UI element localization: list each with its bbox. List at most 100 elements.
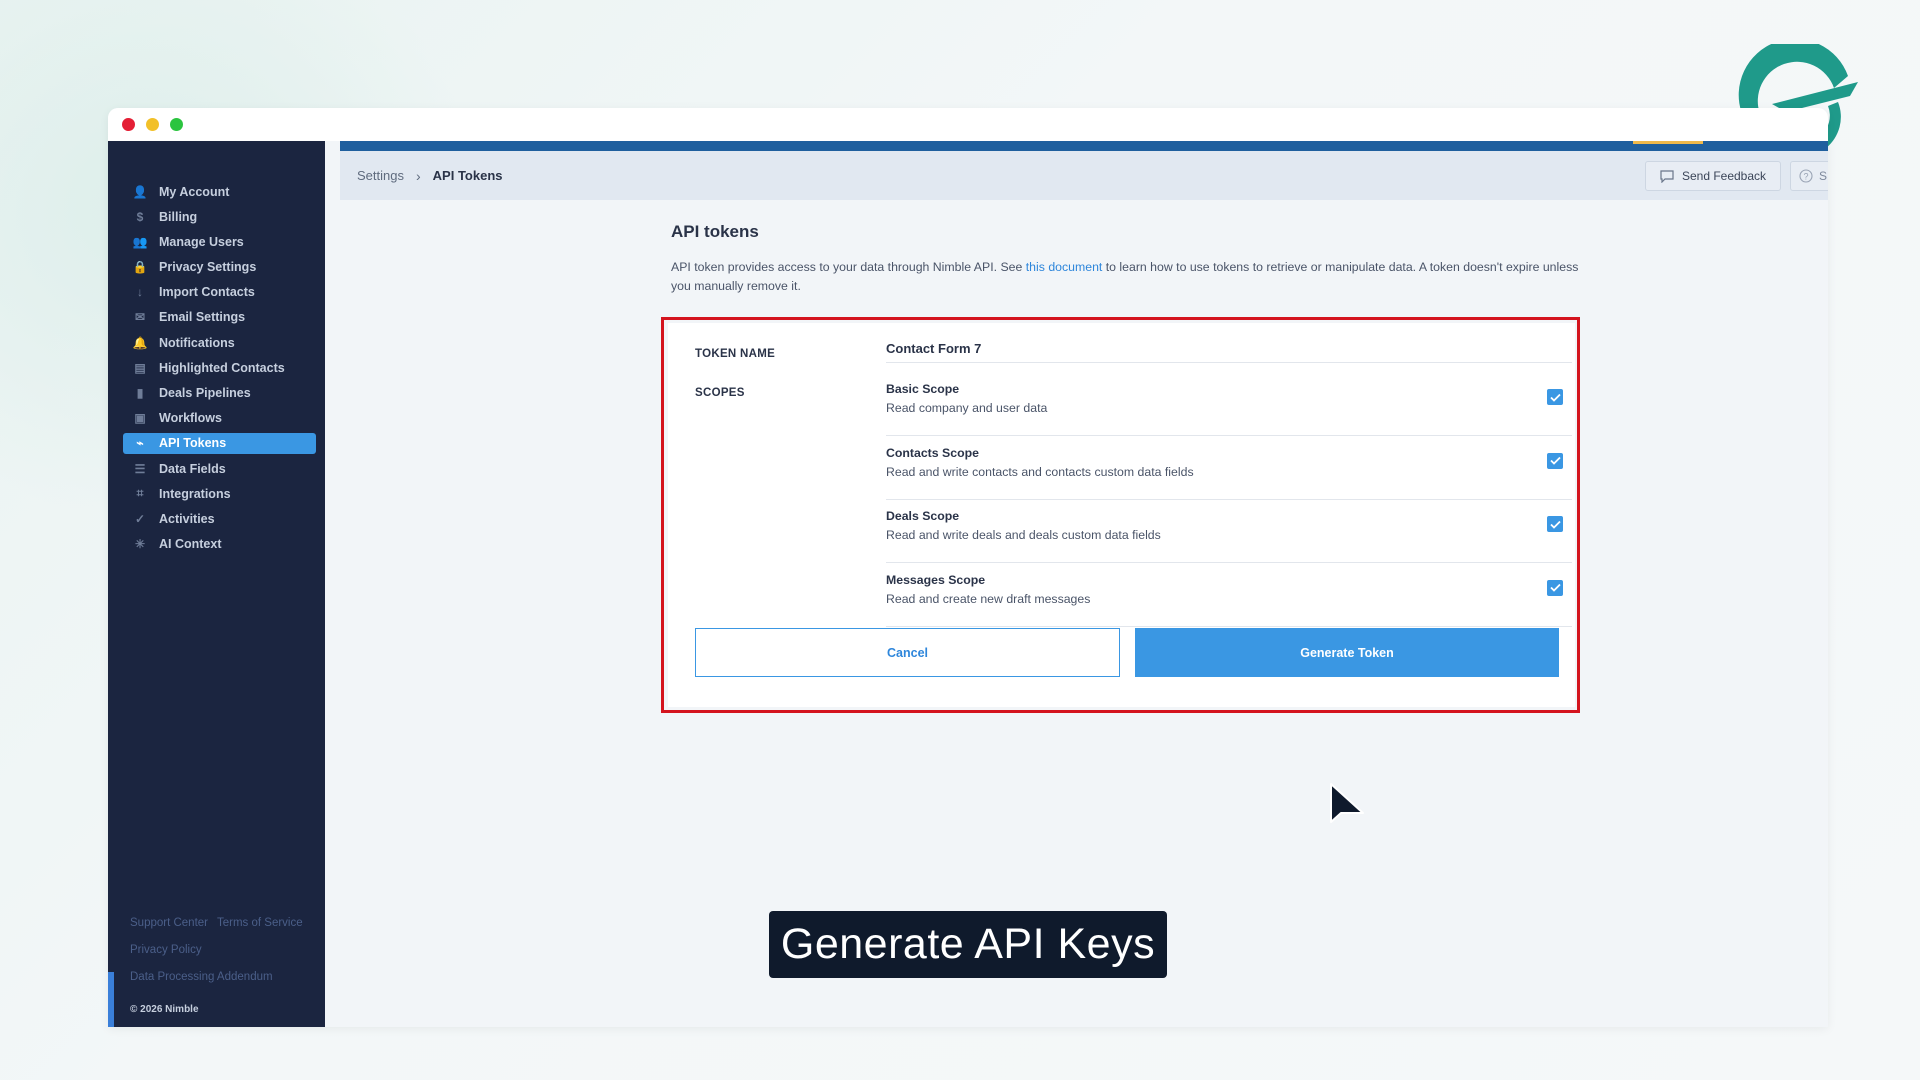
sidebar-item-integrations[interactable]: ⌗ Integrations xyxy=(123,483,316,504)
sidebar-item-manage-users[interactable]: 👥 Manage Users xyxy=(123,231,316,252)
page-title: API tokens xyxy=(671,222,759,241)
create-token-form: TOKEN NAME Contact Form 7 SCOPES Basic S… xyxy=(668,323,1575,707)
user-icon: 👤 xyxy=(132,184,148,199)
scope-row: Basic Scope Read company and user data xyxy=(886,373,1572,436)
generate-token-button[interactable]: Generate Token xyxy=(1135,628,1559,677)
sidebar-item-label: AI Context xyxy=(159,537,222,552)
checkmark-icon xyxy=(1549,393,1561,402)
copyright-text: © 2026 Nimble xyxy=(130,1004,199,1015)
sidebar-item-label: Notifications xyxy=(159,335,235,350)
scope-row: Contacts Scope Read and write contacts an… xyxy=(886,437,1572,500)
sidebar-item-label: Data Fields xyxy=(159,461,226,476)
cancel-button[interactable]: Cancel xyxy=(695,628,1120,677)
sidebar-item-label: Activities xyxy=(159,511,215,526)
bar-chart-icon: ▮ xyxy=(136,386,144,400)
scope-checkbox[interactable] xyxy=(1547,516,1563,532)
sidebar-item-label: Highlighted Contacts xyxy=(159,360,285,375)
scope-row: Messages Scope Read and create new draft … xyxy=(886,564,1572,627)
chat-bubble-icon xyxy=(1660,169,1674,183)
sidebar-item-label: API Tokens xyxy=(159,436,227,451)
list-icon: ☰ xyxy=(134,461,146,476)
checkmark-icon xyxy=(1549,583,1561,592)
lock-icon: 🔒 xyxy=(132,260,148,275)
sidebar-menu: 👤 My Account $ Billing 👥 Manage Users 🔒 Privacy… xyxy=(123,181,316,559)
app-top-bar xyxy=(340,141,1828,151)
scope-checkbox[interactable] xyxy=(1547,452,1563,469)
sidebar-item-deals-pipelines[interactable]: ▮ Deals Pipelines xyxy=(123,383,316,404)
sidebar-item-label: Billing xyxy=(159,209,198,224)
sidebar-item-my-account[interactable]: 👤 My Account xyxy=(123,181,316,202)
send-feedback-button[interactable]: Send Feedback xyxy=(1645,161,1781,191)
app-window: 👤 My Account $ Billing 👥 Manage Users 🔒 Privacy… xyxy=(108,108,1828,1027)
help-label: S xyxy=(1819,169,1828,183)
sidebar-item-workflows[interactable]: ▣ Workflows xyxy=(123,408,316,429)
envelope-icon: ✉ xyxy=(134,310,146,325)
settings-sidebar: 👤 My Account $ Billing 👥 Manage Users 🔒 Privacy… xyxy=(108,141,325,1027)
contact-card-icon: ▤ xyxy=(134,360,146,375)
check-icon: ✓ xyxy=(134,511,146,526)
sidebar-item-privacy-settings[interactable]: 🔒 Privacy Settings xyxy=(123,257,316,278)
sidebar-item-activities[interactable]: ✓ Activities xyxy=(123,508,316,529)
minimize-window-button[interactable] xyxy=(146,118,159,131)
description-text-start: API token provides access to your data t… xyxy=(671,260,1026,274)
breadcrumb-current: API Tokens xyxy=(432,168,503,183)
scopes-label: SCOPES xyxy=(695,387,745,399)
page-description: API token provides access to your data t… xyxy=(671,258,1601,296)
mouse-pointer-icon xyxy=(1330,783,1364,823)
scope-title: Messages Scope xyxy=(886,572,986,587)
api-icon: ⌁ xyxy=(136,436,144,451)
sidebar-item-import-contacts[interactable]: ↓ Import Contacts xyxy=(123,282,316,303)
download-icon: ↓ xyxy=(137,285,143,300)
sidebar-item-label: Deals Pipelines xyxy=(159,386,251,400)
scope-description: Read company and user data xyxy=(886,401,1048,415)
sidebar-footer: Support Center Terms of Service Privacy … xyxy=(130,917,320,1027)
breadcrumb-settings-link[interactable]: Settings xyxy=(357,168,404,183)
data-processing-addendum-link[interactable]: Data Processing Addendum xyxy=(130,971,273,983)
sidebar-item-label: Manage Users xyxy=(159,234,244,249)
scope-title: Basic Scope xyxy=(886,382,960,396)
top-bar-indicator xyxy=(1633,141,1703,144)
sidebar-item-api-tokens[interactable]: ⌁ API Tokens xyxy=(123,432,316,454)
sidebar-item-label: Workflows xyxy=(159,411,222,426)
sidebar-item-label: Email Settings xyxy=(159,310,246,325)
privacy-policy-link[interactable]: Privacy Policy xyxy=(130,944,202,956)
sidebar-item-label: Import Contacts xyxy=(159,285,255,300)
sidebar-item-ai-context[interactable]: ✳ AI Context xyxy=(123,534,316,555)
terms-of-service-link[interactable]: Terms of Service xyxy=(217,917,303,929)
close-window-button[interactable] xyxy=(122,118,135,131)
video-caption: Generate API Keys xyxy=(769,911,1167,978)
sidebar-item-label: My Account xyxy=(159,184,230,199)
scope-title: Deals Scope xyxy=(886,509,960,523)
dollar-icon: $ xyxy=(136,209,144,224)
sidebar-item-email-settings[interactable]: ✉ Email Settings xyxy=(123,307,316,328)
question-circle-icon: ? xyxy=(1799,169,1813,183)
svg-text:?: ? xyxy=(1803,172,1808,182)
breadcrumb: Settings › API Tokens Send Feedback ? S xyxy=(340,151,1828,200)
scope-description: Read and create new draft messages xyxy=(886,591,1091,606)
sidebar-item-data-fields[interactable]: ☰ Data Fields xyxy=(123,458,316,479)
scope-checkbox[interactable] xyxy=(1547,579,1563,596)
scope-row: Deals Scope Read and write deals and deal… xyxy=(886,500,1572,563)
scope-checkbox[interactable] xyxy=(1547,389,1563,405)
chevron-right-icon: › xyxy=(415,167,421,184)
sidebar-item-notifications[interactable]: 🔔 Notifications xyxy=(123,332,316,353)
checkmark-icon xyxy=(1549,520,1561,529)
users-icon: 👥 xyxy=(132,234,148,249)
window-titlebar xyxy=(108,108,1828,141)
this-document-link[interactable]: this document xyxy=(1026,260,1103,274)
checkmark-icon xyxy=(1549,456,1561,465)
workflow-icon: ▣ xyxy=(134,411,146,426)
token-name-input[interactable]: Contact Form 7 xyxy=(886,341,1572,363)
integrations-icon: ⌗ xyxy=(136,486,144,501)
sparkle-icon: ✳ xyxy=(134,537,146,552)
help-button[interactable]: ? S xyxy=(1790,161,1828,191)
sidebar-item-label: Privacy Settings xyxy=(159,260,257,275)
scope-title: Contacts Scope xyxy=(886,445,979,460)
sidebar-accent-bar xyxy=(108,972,114,1027)
scope-description: Read and write contacts and contacts cus… xyxy=(886,464,1194,479)
scope-description: Read and write deals and deals custom da… xyxy=(886,528,1161,542)
support-center-link[interactable]: Support Center xyxy=(130,917,208,929)
sidebar-item-billing[interactable]: $ Billing xyxy=(123,206,316,227)
sidebar-item-highlighted-contacts[interactable]: ▤ Highlighted Contacts xyxy=(123,357,316,378)
maximize-window-button[interactable] xyxy=(170,118,183,131)
